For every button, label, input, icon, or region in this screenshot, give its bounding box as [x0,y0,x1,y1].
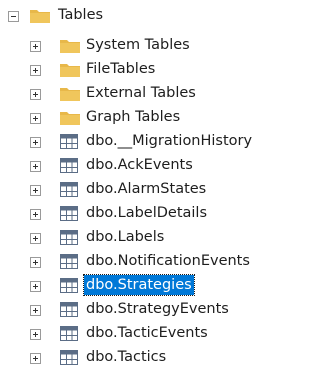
tree-node-label: dbo.Labels [86,229,165,245]
expand-icon[interactable] [30,233,41,244]
tree-node-label: dbo.__MigrationHistory [86,133,253,149]
tree-node-label: Tables [58,7,104,23]
tree-node-label: Graph Tables [86,109,181,125]
expand-icon[interactable] [30,329,41,340]
expand-icon[interactable] [30,257,41,268]
table-icon [60,206,78,221]
table-icon [60,350,78,365]
folder-icon [60,112,80,125]
expand-icon[interactable] [30,89,41,100]
expand-icon[interactable] [30,113,41,124]
expand-icon[interactable] [30,209,41,220]
tree-node-label: System Tables [86,37,190,53]
tree-node-label: dbo.AckEvents [86,157,193,173]
tree-node-label: FileTables [86,61,156,77]
table-icon [60,134,78,149]
expand-icon[interactable] [30,185,41,196]
tree-node-label: dbo.Tactics [86,349,167,365]
folder-icon [30,10,50,23]
table-icon [60,254,78,269]
expand-icon[interactable] [30,305,41,316]
folder-icon [60,64,80,77]
tree-node-label: dbo.TacticEvents [86,325,208,341]
tree-node-label: External Tables [86,85,196,101]
folder-icon [60,40,80,53]
expand-icon[interactable] [30,161,41,172]
tree-node-label: dbo.StrategyEvents [86,301,229,317]
table-icon [60,302,78,317]
table-icon [60,158,78,173]
expand-icon[interactable] [30,281,41,292]
tree-node-label: dbo.Strategies [83,274,195,296]
tree-node-label: dbo.NotificationEvents [86,253,250,269]
table-icon [60,182,78,197]
expand-icon[interactable] [30,65,41,76]
collapse-icon[interactable] [8,11,19,22]
folder-icon [60,88,80,101]
table-icon [60,230,78,245]
expand-icon[interactable] [30,41,41,52]
table-icon [60,278,78,293]
tree-node-label: dbo.LabelDetails [86,205,208,221]
table-icon [60,326,78,341]
expand-icon[interactable] [30,353,41,364]
tree-node-label: dbo.AlarmStates [86,181,207,197]
expand-icon[interactable] [30,137,41,148]
